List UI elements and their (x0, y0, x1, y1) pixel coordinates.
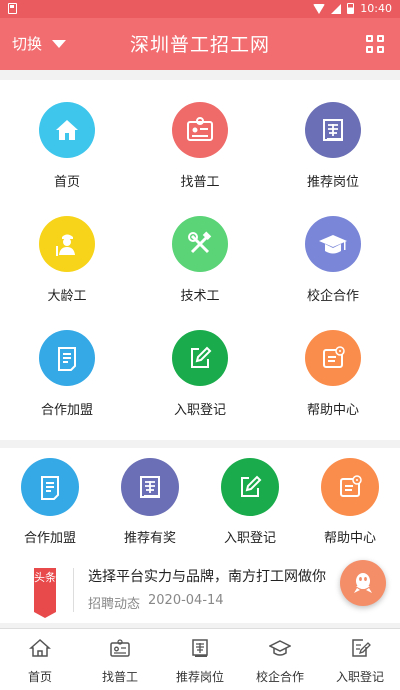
quick-link-label: 合作加盟 (23, 531, 76, 546)
grid-item-label: 校企合作 (306, 289, 359, 304)
news-date: 2020-04-14 (148, 593, 224, 608)
grid-item-older-workers[interactable]: 大龄工 (0, 216, 134, 304)
recommend-outline-icon (192, 639, 208, 657)
tab-recommended-jobs[interactable]: 推荐岗位 (160, 629, 240, 690)
headline-news[interactable]: 头条 选择平台实力与品牌，南方打工网做你 招聘动态 2020-04-14 (0, 560, 400, 620)
quick-link-label: 入职登记 (223, 531, 276, 546)
status-bar: 10:40 (0, 0, 400, 18)
grid-item-recommended-jobs[interactable]: 推荐岗位 (266, 102, 400, 190)
tab-onboarding[interactable]: 入职登记 (320, 629, 400, 690)
quick-links-section: 合作加盟 推荐有奖 入职登记 帮助中心 头条 选择平台实力与品牌，南方打工网做你… (0, 448, 400, 623)
edit-icon (172, 330, 228, 386)
grid-item-label: 入职登记 (173, 403, 226, 418)
id-card-icon (172, 102, 228, 158)
grid-item-home[interactable]: 首页 (0, 102, 134, 190)
grid-item-onboarding[interactable]: 入职登记 (133, 330, 267, 418)
help-doc-icon (321, 458, 379, 516)
tab-label: 找普工 (101, 670, 138, 684)
grid-item-find-workers[interactable]: 找普工 (133, 102, 267, 190)
qr-code-icon[interactable] (366, 35, 384, 53)
quick-link-onboarding[interactable]: 入职登记 (200, 458, 300, 546)
quick-link-help-center[interactable]: 帮助中心 (300, 458, 400, 546)
tab-home[interactable]: 首页 (0, 629, 80, 690)
home-outline-icon (29, 638, 51, 657)
grid-item-label: 推荐岗位 (306, 175, 359, 190)
grid-item-label: 大龄工 (47, 289, 87, 304)
home-icon (39, 102, 95, 158)
grid-item-label: 技术工 (180, 289, 220, 304)
signal-icon (331, 3, 342, 14)
tab-school-enterprise[interactable]: 校企合作 (240, 629, 320, 690)
customer-service-button[interactable] (340, 560, 386, 606)
recommend-icon (305, 102, 361, 158)
tab-label: 首页 (27, 670, 52, 684)
grid-item-school-enterprise[interactable]: 校企合作 (266, 216, 400, 304)
caret-down-icon (52, 39, 67, 48)
switch-label: 切换 (12, 35, 43, 53)
tab-label: 推荐岗位 (175, 670, 224, 684)
recommend-icon (121, 458, 179, 516)
worker-icon (39, 216, 95, 272)
news-meta: 招聘动态 2020-04-14 (88, 593, 224, 612)
headline-tag: 头条 (34, 568, 56, 618)
edit-outline-icon (352, 639, 371, 657)
document-icon (39, 330, 95, 386)
grid-item-label: 合作加盟 (40, 403, 93, 418)
quick-link-referral-reward[interactable]: 推荐有奖 (100, 458, 200, 546)
edit-icon (221, 458, 279, 516)
feature-grid: 首页 找普工 推荐岗位 大龄工 技术工 校企合作 合作加盟 入职登记 帮助中心 (0, 80, 400, 440)
battery-icon (347, 3, 355, 14)
tools-icon (172, 216, 228, 272)
help-doc-icon (305, 330, 361, 386)
app-header: 切换 深圳普工招工网 (0, 18, 400, 70)
tab-label: 入职登记 (335, 670, 384, 684)
grid-item-help-center[interactable]: 帮助中心 (266, 330, 400, 418)
id-card-outline-icon (110, 639, 130, 657)
notification-icon (8, 3, 17, 14)
quick-link-partnership[interactable]: 合作加盟 (0, 458, 100, 546)
status-time: 10:40 (360, 2, 392, 15)
grid-item-technicians[interactable]: 技术工 (133, 216, 267, 304)
grid-item-label: 首页 (53, 175, 80, 190)
tab-find-workers[interactable]: 找普工 (80, 629, 160, 690)
divider (73, 568, 74, 612)
document-icon (21, 458, 79, 516)
news-category: 招聘动态 (88, 597, 141, 612)
city-switch-button[interactable]: 切换 (12, 33, 67, 54)
grid-item-label: 找普工 (180, 175, 220, 190)
grid-item-label: 帮助中心 (306, 403, 359, 418)
bottom-tab-bar: 首页 找普工 推荐岗位 校企合作 入职登记 (0, 628, 400, 690)
news-headline[interactable]: 选择平台实力与品牌，南方打工网做你 (88, 566, 348, 586)
wifi-icon (313, 3, 326, 14)
graduation-cap-outline-icon (268, 640, 292, 656)
quick-link-label: 推荐有奖 (123, 531, 176, 546)
tab-label: 校企合作 (255, 670, 304, 684)
graduation-cap-icon (305, 216, 361, 272)
grid-item-partnership[interactable]: 合作加盟 (0, 330, 134, 418)
quick-link-label: 帮助中心 (323, 531, 376, 546)
chat-bubble-icon (354, 573, 372, 593)
